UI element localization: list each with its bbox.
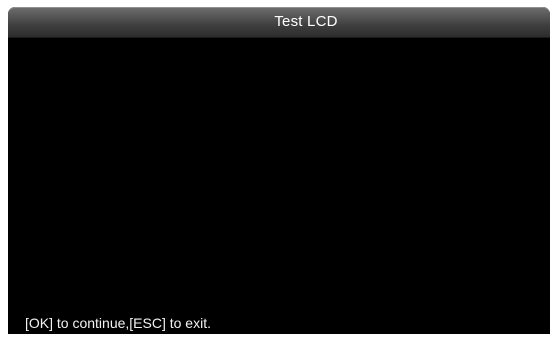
device-screen: Test LCD [OK] to continue,[ESC] to exit. [8,7,550,334]
lcd-test-area [8,38,550,302]
page-title: Test LCD [274,13,338,30]
key-hint-text: [OK] to continue,[ESC] to exit. [25,315,211,331]
title-bar: Test LCD [8,7,550,38]
